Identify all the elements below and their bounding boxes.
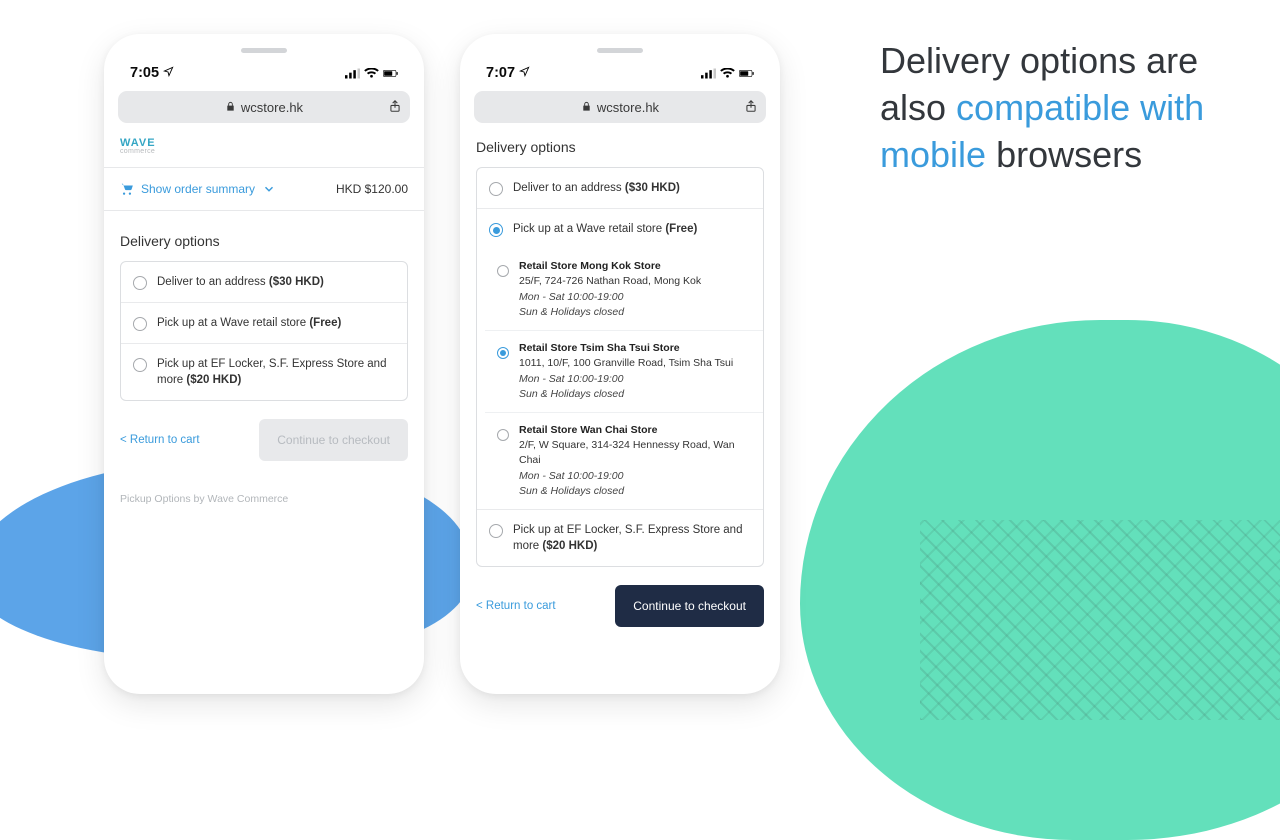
continue-checkout-button[interactable]: Continue to checkout — [615, 585, 764, 627]
browser-url-bar[interactable]: wcstore.hk — [474, 91, 766, 123]
location-icon — [519, 65, 530, 81]
lock-icon — [581, 100, 592, 115]
marketing-heading: Delivery options are also compatible wit… — [880, 38, 1240, 178]
decorative-confetti — [920, 520, 1280, 720]
speaker-slot — [241, 48, 287, 53]
store-hours: Sun & Holidays closed — [519, 484, 751, 499]
store-option-mongkok[interactable]: Retail Store Mong Kok Store 25/F, 724-72… — [485, 249, 763, 331]
lock-icon — [225, 100, 236, 115]
store-address: 1011, 10/F, 100 Granville Road, Tsim Sha… — [519, 356, 733, 371]
status-time: 7:07 — [486, 65, 530, 81]
continue-checkout-button[interactable]: Continue to checkout — [259, 419, 408, 461]
option-pickup-store[interactable]: Pick up at a Wave retail store (Free) — [477, 209, 763, 249]
return-to-cart-link[interactable]: < Return to cart — [120, 434, 200, 446]
battery-icon — [739, 68, 754, 79]
battery-icon — [383, 68, 398, 79]
brand-logo: WAVE commerce — [104, 123, 424, 167]
radio-icon — [133, 358, 147, 372]
store-address: 2/F, W Square, 314-324 Hennessy Road, Wa… — [519, 438, 751, 468]
store-address: 25/F, 724-726 Nathan Road, Mong Kok — [519, 274, 701, 289]
store-name: Retail Store Wan Chai Store — [519, 423, 751, 438]
status-bar: 7:05 — [104, 61, 424, 85]
radio-icon — [497, 265, 509, 277]
status-time-text: 7:05 — [130, 65, 159, 81]
status-icons — [701, 68, 754, 79]
store-name: Retail Store Mong Kok Store — [519, 259, 701, 274]
store-hours: Mon - Sat 10:00-19:00 — [519, 372, 733, 387]
browser-url-bar[interactable]: wcstore.hk — [118, 91, 410, 123]
store-option-tst[interactable]: Retail Store Tsim Sha Tsui Store 1011, 1… — [485, 331, 763, 413]
delivery-options-list: Deliver to an address ($30 HKD) Pick up … — [120, 261, 408, 401]
status-time: 7:05 — [130, 65, 174, 81]
status-icons — [345, 68, 398, 79]
store-name: Retail Store Tsim Sha Tsui Store — [519, 341, 733, 356]
radio-icon — [133, 317, 147, 331]
share-icon[interactable] — [388, 99, 402, 116]
option-deliver-address[interactable]: Deliver to an address ($30 HKD) — [477, 168, 763, 209]
url-text: wcstore.hk — [597, 100, 659, 115]
option-price: ($20 HKD) — [186, 374, 241, 386]
option-pickup-locker[interactable]: Pick up at EF Locker, S.F. Express Store… — [121, 344, 407, 400]
status-time-text: 7:07 — [486, 65, 515, 81]
section-title: Delivery options — [460, 123, 780, 167]
option-price: ($20 HKD) — [542, 540, 597, 552]
order-summary-toggle[interactable]: Show order summary HKD $120.00 — [104, 167, 424, 211]
wifi-icon — [364, 68, 379, 79]
delivery-options-list: Deliver to an address ($30 HKD) Pick up … — [476, 167, 764, 567]
store-hours: Sun & Holidays closed — [519, 387, 733, 402]
radio-icon — [497, 347, 509, 359]
option-deliver-address[interactable]: Deliver to an address ($30 HKD) — [121, 262, 407, 303]
option-label: Pick up at a Wave retail store — [513, 223, 665, 235]
option-price: (Free) — [309, 317, 341, 329]
radio-icon — [133, 276, 147, 290]
footer-note: Pickup Options by Wave Commerce — [104, 471, 424, 505]
return-to-cart-link[interactable]: < Return to cart — [476, 600, 556, 612]
status-bar: 7:07 — [460, 61, 780, 85]
option-price: ($30 HKD) — [269, 276, 324, 288]
store-sublist: Retail Store Mong Kok Store 25/F, 724-72… — [477, 249, 763, 509]
option-label: Deliver to an address — [157, 276, 269, 288]
radio-icon — [489, 524, 503, 538]
cart-icon — [120, 182, 134, 196]
option-price: ($30 HKD) — [625, 182, 680, 194]
store-option-wanchai[interactable]: Retail Store Wan Chai Store 2/F, W Squar… — [485, 413, 763, 509]
option-pickup-store[interactable]: Pick up at a Wave retail store (Free) — [121, 303, 407, 344]
phone-mockup-right: 7:07 wcstore.hk Delivery options Deliver… — [460, 34, 780, 694]
section-title: Delivery options — [104, 211, 424, 261]
option-pickup-locker[interactable]: Pick up at EF Locker, S.F. Express Store… — [477, 509, 763, 566]
option-label: Pick up at a Wave retail store — [157, 317, 309, 329]
option-label: Deliver to an address — [513, 182, 625, 194]
share-icon[interactable] — [744, 99, 758, 116]
logo-subtext: commerce — [120, 148, 408, 155]
chevron-down-icon — [262, 182, 276, 196]
option-price: (Free) — [665, 223, 697, 235]
cellular-icon — [345, 68, 360, 79]
location-icon — [163, 65, 174, 81]
store-hours: Mon - Sat 10:00-19:00 — [519, 290, 701, 305]
phone-mockup-left: 7:05 wcstore.hk WAVE commerce Show order… — [104, 34, 424, 694]
wifi-icon — [720, 68, 735, 79]
speaker-slot — [597, 48, 643, 53]
radio-icon — [489, 223, 503, 237]
order-total: HKD $120.00 — [336, 182, 408, 196]
radio-icon — [497, 429, 509, 441]
cellular-icon — [701, 68, 716, 79]
summary-label: Show order summary — [141, 182, 255, 196]
url-text: wcstore.hk — [241, 100, 303, 115]
radio-icon — [489, 182, 503, 196]
heading-part2: browsers — [986, 134, 1142, 175]
store-hours: Mon - Sat 10:00-19:00 — [519, 469, 751, 484]
store-hours: Sun & Holidays closed — [519, 305, 701, 320]
